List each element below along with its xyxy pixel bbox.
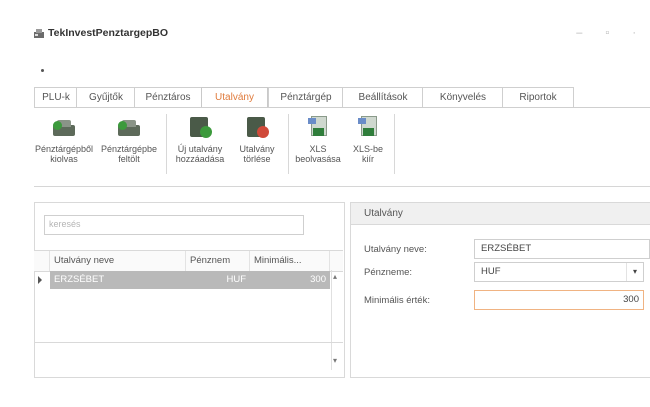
penztargepbol-kiolvas-button[interactable]: Pénztárgépből kiolvas [34,114,94,164]
name-label: Utalvány neve: [364,244,427,255]
voucher-delete-icon [243,114,271,140]
ribbon-tabs: PLU-k Gyűjtők Pénztáros Utalvány Pénztár… [34,87,650,109]
row-pointer-icon [38,276,42,284]
tab-plu[interactable]: PLU-k [34,87,78,107]
cell-minimum[interactable]: 300 [250,271,330,289]
voucher-name-value: ERZSÉBET [481,243,532,254]
xls-export-icon [354,114,382,140]
grid-footer-divider [34,342,343,343]
currency-label: Pénzneme: [364,267,413,278]
currency-select[interactable]: HUF ▾ [474,262,644,282]
uj-utalvany-hozzaadasa-button[interactable]: Új utalvány hozzáadása [169,114,231,164]
search-input[interactable] [45,216,303,232]
column-header-minimum[interactable]: Minimális... [250,251,330,271]
tab-utalvany[interactable]: Utalvány [201,87,268,109]
xls-import-icon [304,114,332,140]
tab-penztargep[interactable]: Pénztárgép [268,87,344,107]
tab-beallitasok[interactable]: Beállítások [342,87,424,107]
ribbon-separator [166,114,167,174]
window-controls[interactable]: – ▫ · [576,27,646,39]
tab-konyveles[interactable]: Könyvelés [422,87,504,107]
chevron-down-icon[interactable]: ▾ [626,263,643,281]
minimum-label: Minimális érték: [364,295,430,306]
ribbon: Pénztárgépből kiolvas Pénztárgépbe feltö… [34,108,650,178]
minimum-value: 300 [623,294,639,305]
cash-register-read-icon [50,114,78,140]
column-header-currency[interactable]: Pénznem [186,251,250,271]
cell-currency[interactable]: HUF [186,271,250,289]
column-header-name[interactable]: Utalvány neve [50,251,186,271]
minimum-value-field[interactable]: 300 [474,290,644,310]
detail-title: Utalvány [364,208,403,219]
row-indicator-header [34,251,50,271]
xls-be-kiir-button[interactable]: XLS-be kiír [346,114,390,164]
scroll-up-icon[interactable]: ▴ [333,272,337,281]
penztargepbe-feltolt-button[interactable]: Pénztárgépbe feltölt [96,114,162,164]
xls-beolvasasa-button[interactable]: XLS beolvasása [292,114,344,164]
ribbon-separator [394,114,395,174]
voucher-name-field[interactable]: ERZSÉBET [474,239,650,259]
cash-register-upload-icon [115,114,143,140]
scroll-down-icon[interactable]: ▾ [333,356,337,365]
ribbon-border [34,186,650,187]
search-field[interactable] [44,215,304,235]
grid-header: Utalvány neve Pénznem Minimális... [34,250,343,272]
cell-name[interactable]: ERZSÉBET [50,271,186,289]
voucher-grid: Utalvány neve Pénznem Minimális... ERZSÉ… [34,250,343,376]
ribbon-separator [288,114,289,174]
tab-penztaros[interactable]: Pénztáros [134,87,202,107]
quick-access-toolbar-icon[interactable] [41,69,44,72]
vertical-scrollbar[interactable] [331,270,342,370]
table-row[interactable]: ERZSÉBET HUF 300 [34,271,343,289]
tab-riportok[interactable]: Riportok [502,87,574,107]
currency-value: HUF [481,266,501,277]
tab-gyujtok[interactable]: Gyűjtők [76,87,136,107]
window-title: TekInvestPenztargepBO [48,27,169,39]
voucher-add-icon [186,114,214,140]
app-icon [33,28,45,39]
utalvany-torlese-button[interactable]: Utalvány törlése [231,114,283,164]
